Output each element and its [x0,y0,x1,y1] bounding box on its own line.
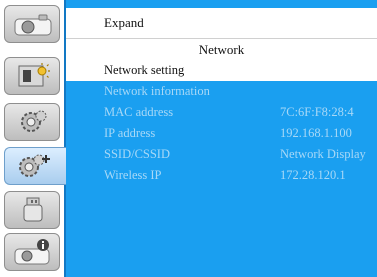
camera-icon [14,14,52,36]
usb-tab[interactable] [4,191,60,229]
setting-tab[interactable] [4,103,60,141]
menu-item-label: MAC address [104,105,174,119]
menu-item-label: IP address [104,126,156,140]
mac-address-value: 7C:6F:F8:28:4 [280,105,354,119]
sidebar [4,5,66,271]
breadcrumb-label: Expand [104,15,144,30]
breadcrumb: Expand [66,8,377,38]
info-tab[interactable] [4,233,60,271]
menu-item-label: Network information [104,84,210,98]
ssid-value: Network Display [280,147,366,161]
content-panel: Expand Network Network setting Network i… [64,0,377,277]
menu-item-network-setting[interactable]: Network setting [66,60,377,81]
display-tab[interactable] [4,57,60,95]
menu-item-label: SSID/CSSID [104,147,170,161]
camera-info-icon [14,239,50,265]
menu-item-label: Network setting [104,63,185,77]
network-menu: Network setting Network information MAC … [66,60,377,186]
menu-item-mac-address: MAC address 7C:6F:F8:28:4 [66,102,377,123]
gear-icon [21,110,47,132]
ip-address-value: 192.168.1.100 [280,126,352,140]
image-tab[interactable] [4,5,60,43]
menu-item-network-information: Network information [66,81,377,102]
menu-item-label: Wireless IP [104,168,162,182]
gear-plus-icon [19,154,50,177]
screen-brightness-icon [18,63,50,87]
page-title: Network [198,42,245,57]
usb-drive-icon [23,197,43,222]
wireless-ip-value: 172.28.120.1 [280,168,346,182]
menu-item-ip-address: IP address 192.168.1.100 [66,123,377,144]
menu-item-ssid: SSID/CSSID Network Display [66,144,377,165]
expand-tab[interactable] [4,147,66,185]
section-header: Network [66,38,377,62]
menu-window: Expand Network Network setting Network i… [0,0,377,277]
menu-item-wireless-ip: Wireless IP 172.28.120.1 [66,165,377,186]
